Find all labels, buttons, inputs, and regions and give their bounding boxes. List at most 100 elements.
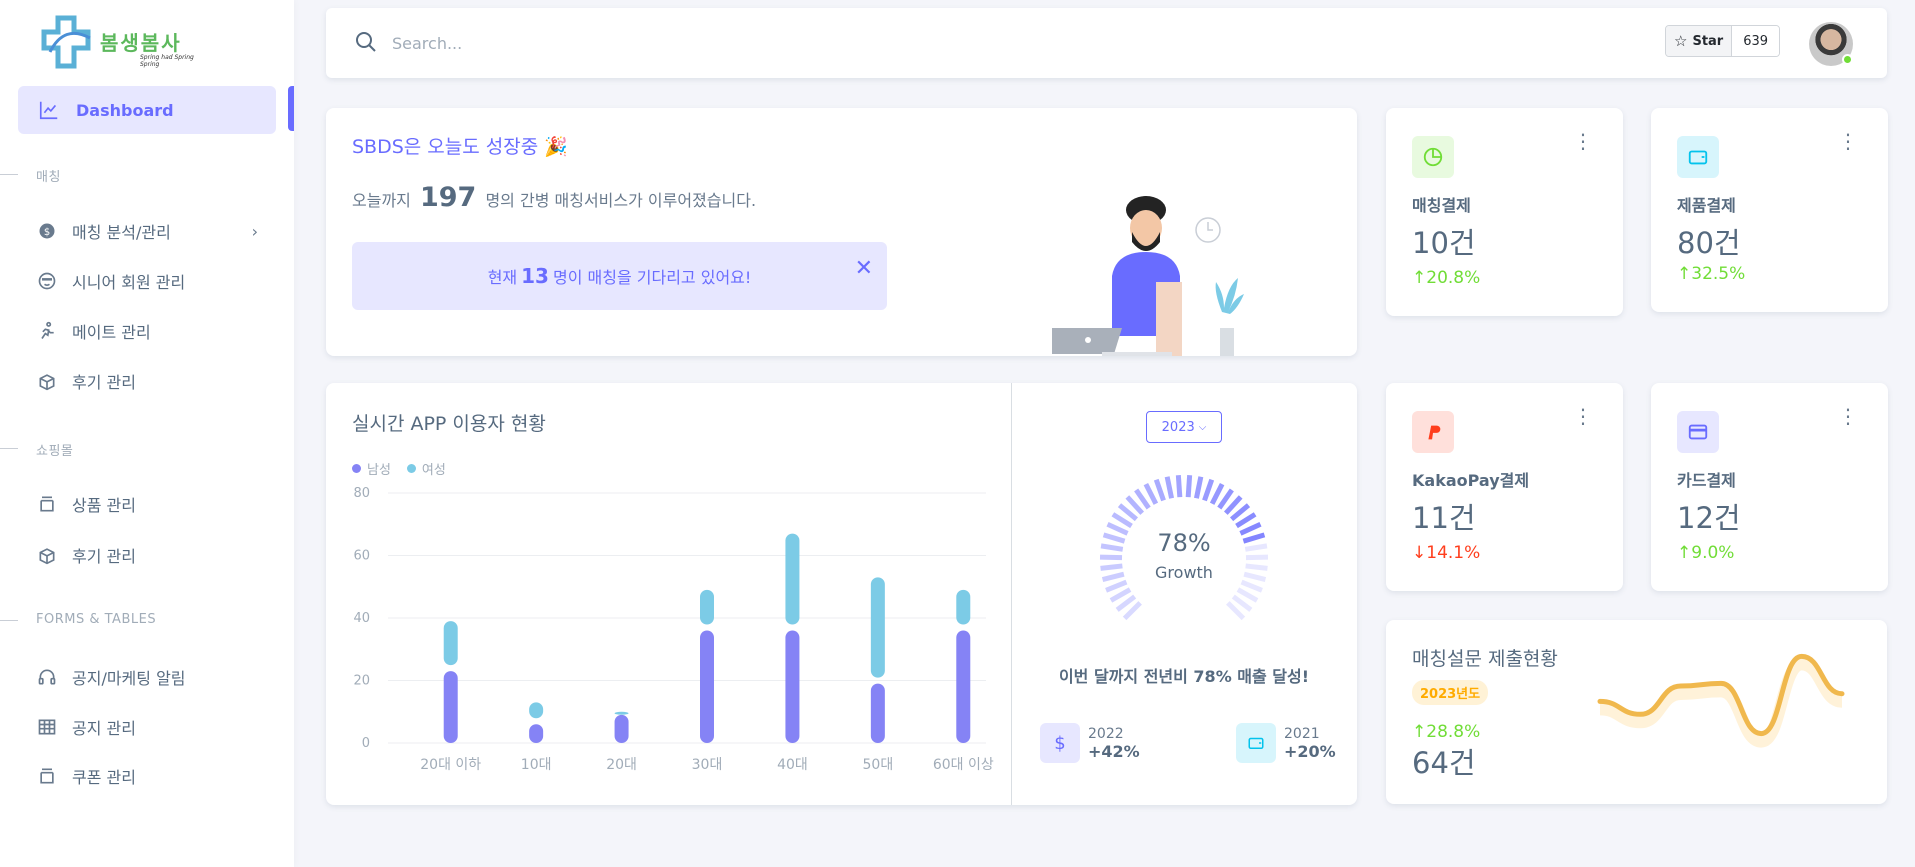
cross-logo-icon bbox=[41, 15, 91, 69]
stat-label: 제품결제 bbox=[1677, 196, 1736, 215]
logo[interactable]: 봄생봄사 Spring had Spring Spring bbox=[40, 14, 210, 72]
gauge-tick bbox=[1153, 478, 1166, 502]
nav-mate[interactable]: 메이트 관리 bbox=[36, 316, 276, 346]
active-indicator bbox=[288, 86, 294, 131]
dollar-icon: $ bbox=[1040, 723, 1080, 763]
gauge-tick bbox=[1164, 476, 1175, 499]
nav-dashboard[interactable]: Dashboard bbox=[18, 86, 276, 134]
gauge-tick bbox=[1240, 579, 1263, 593]
bar-female bbox=[956, 589, 971, 625]
bar-chart: 0 20 40 60 80 20대 이하 10대 20대 30대 40대 50대 60대 이상 bbox=[353, 486, 994, 773]
gift-box-icon bbox=[36, 370, 58, 392]
x-tick-label: 60대 이상 bbox=[933, 757, 994, 773]
y-tick-label: 20 bbox=[353, 674, 370, 689]
growth-value: 78% bbox=[1157, 529, 1211, 557]
growth-text: 이번 달까지 전년비 78% 매출 달성! bbox=[1058, 667, 1310, 686]
close-icon[interactable]: ✕ bbox=[855, 256, 873, 281]
running-icon bbox=[36, 320, 58, 342]
topbar: ☆Star 639 bbox=[326, 8, 1887, 78]
bar-male bbox=[785, 630, 800, 743]
table-icon bbox=[36, 716, 58, 738]
bar-male bbox=[614, 714, 629, 743]
arrow-up-icon: ↑ bbox=[1412, 268, 1427, 288]
nav-senior-members[interactable]: 시니어 회원 관리 bbox=[36, 266, 276, 296]
stat-label: 매칭결제 bbox=[1412, 196, 1471, 215]
pie-chart-icon bbox=[1412, 136, 1454, 178]
stat-value: 10건 bbox=[1412, 226, 1476, 260]
stat-change-value: 9.0% bbox=[1691, 543, 1735, 563]
stat-value: 11건 bbox=[1412, 501, 1476, 535]
nav-label: 공지/마케팅 알림 bbox=[72, 669, 186, 688]
more-options-icon[interactable]: ⋮ bbox=[1573, 406, 1593, 426]
nav-reviews[interactable]: 후기 관리 bbox=[36, 366, 276, 396]
gauge-tick bbox=[1105, 579, 1128, 593]
welcome-title: SBDS은 오늘도 성장중 🎉 bbox=[352, 136, 568, 158]
nav-shop-reviews[interactable]: 후기 관리 bbox=[36, 540, 276, 570]
nav-notices[interactable]: 공지 관리 bbox=[36, 712, 276, 742]
bar-male bbox=[443, 671, 458, 743]
section-title-forms: FORMS & TABLES bbox=[0, 612, 157, 627]
stat-label: KakaoPay결제 bbox=[1412, 471, 1530, 490]
stat-value: 80건 bbox=[1677, 226, 1741, 260]
gauge-tick bbox=[1193, 476, 1204, 499]
gauge-tick bbox=[1109, 587, 1132, 603]
nav-matching-analysis[interactable]: $ 매칭 분석/관리 › bbox=[36, 216, 276, 246]
line-shadow bbox=[1599, 658, 1844, 748]
svg-text:$: $ bbox=[44, 227, 50, 238]
app-users-card: 실시간 APP 이용자 현황 남성 여성 0 20 40 60 80 20대 이하 10대 2… bbox=[326, 383, 1357, 805]
github-star-button[interactable]: ☆ Star 639 bbox=[1665, 25, 1781, 57]
more-options-icon[interactable]: ⋮ bbox=[1838, 406, 1858, 426]
stat-change: ↑9.0% bbox=[1677, 543, 1734, 563]
nav-label: 쿠폰 관리 bbox=[72, 768, 136, 787]
year-dropdown[interactable]: 2023 ⌵ bbox=[1146, 411, 1222, 443]
mini-stat-2021: 2021 +20% bbox=[1236, 723, 1336, 763]
mini-pct: +20% bbox=[1284, 741, 1336, 761]
section-title-shop: 쇼핑몰 bbox=[0, 440, 73, 459]
more-options-icon[interactable]: ⋮ bbox=[1573, 131, 1593, 151]
stat-label: 카드결제 bbox=[1677, 471, 1736, 490]
nav-label: 매칭 분석/관리 bbox=[72, 223, 171, 242]
y-tick-label: 0 bbox=[362, 736, 370, 751]
wallet-icon bbox=[1236, 723, 1276, 763]
gauge-tick bbox=[1143, 483, 1159, 505]
stat-change: ↑20.8% bbox=[1412, 268, 1480, 288]
nav-notice-marketing[interactable]: 공지/마케팅 알림 bbox=[36, 662, 276, 692]
mini-year: 2021 bbox=[1284, 725, 1320, 742]
bar-female bbox=[443, 621, 458, 666]
credit-card-icon bbox=[1677, 411, 1719, 453]
alert-prefix: 현재 bbox=[487, 268, 518, 287]
stat-card-product-payment: ⋮ 제품결제 80건 ↑32.5% bbox=[1651, 108, 1888, 312]
arrow-up-icon: ↑ bbox=[1677, 264, 1692, 284]
stat-value: 12건 bbox=[1677, 501, 1741, 535]
nav-products[interactable]: 상품 관리 bbox=[36, 489, 276, 519]
bar-female bbox=[529, 702, 544, 719]
survey-value: 64건 bbox=[1412, 746, 1476, 780]
more-options-icon[interactable]: ⋮ bbox=[1838, 131, 1858, 151]
star-count: 639 bbox=[1732, 26, 1780, 56]
x-tick-label: 20대 bbox=[606, 757, 637, 773]
y-tick-label: 40 bbox=[353, 611, 370, 626]
sidebar: 봄생봄사 Spring had Spring Spring Dashboard … bbox=[0, 0, 294, 867]
headset-icon bbox=[36, 666, 58, 688]
nav-label: 공지 관리 bbox=[72, 719, 136, 738]
nav-coupons[interactable]: 쿠폰 관리 bbox=[36, 761, 276, 791]
nav-label: 상품 관리 bbox=[72, 496, 136, 515]
nav-label: 후기 관리 bbox=[72, 547, 136, 566]
package-icon bbox=[36, 493, 58, 515]
stat-card-kakaopay: ⋮ KakaoPay결제 11건 ↓14.1% bbox=[1386, 383, 1623, 591]
waiting-alert: 현재 13 명이 매칭을 기다리고 있어요! ✕ bbox=[352, 242, 887, 310]
x-tick-label: 10대 bbox=[521, 757, 552, 773]
nav-label: 메이트 관리 bbox=[72, 323, 151, 342]
survey-title: 매칭설문 제출현황 bbox=[1412, 648, 1558, 670]
gauge-tick bbox=[1209, 483, 1225, 505]
mini-year: 2022 bbox=[1088, 725, 1124, 742]
nav-dashboard-label: Dashboard bbox=[76, 100, 174, 120]
growth-label: Growth bbox=[1155, 563, 1213, 582]
y-tick-label: 80 bbox=[353, 486, 370, 501]
x-tick-label: 40대 bbox=[777, 757, 808, 773]
search-input[interactable] bbox=[392, 28, 792, 58]
star-label: Star bbox=[1692, 33, 1724, 49]
stat-change: ↓14.1% bbox=[1412, 543, 1480, 563]
logo-text: 봄생봄사 bbox=[100, 31, 182, 55]
x-tick-label: 50대 bbox=[863, 757, 894, 773]
